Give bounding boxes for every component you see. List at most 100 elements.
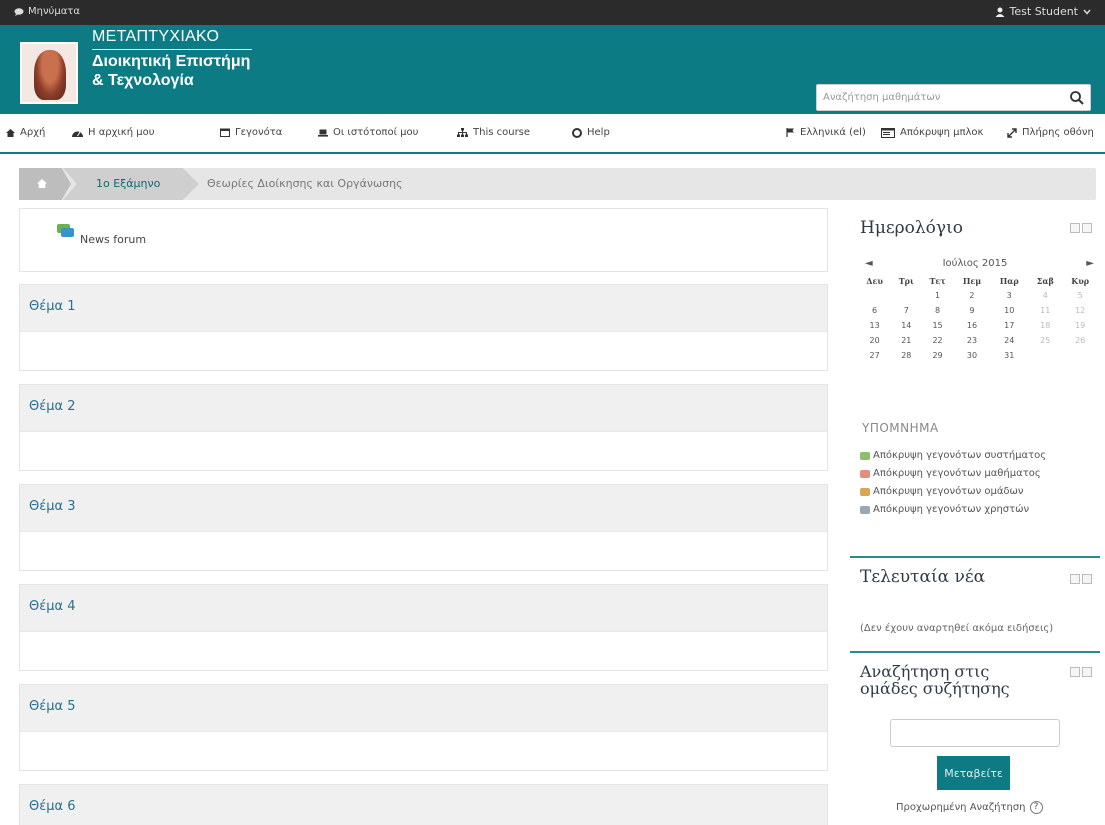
site-title[interactable]: ΜΕΤΑΠΤΥΧΙΑΚΟ Διοικητική Επιστήμη & Τεχνο…	[92, 28, 252, 90]
breadcrumb-semester[interactable]: 1ο Εξάμηνο	[63, 168, 199, 200]
advanced-search-link[interactable]: Προχωρημένη Αναζήτηση ?	[896, 801, 1043, 814]
dashboard-icon	[72, 131, 83, 137]
nav-item-this-course[interactable]: This course	[457, 127, 530, 138]
calendar-day[interactable]: 29	[921, 348, 953, 363]
calendar-day[interactable]: 31	[990, 348, 1028, 363]
calendar-day[interactable]: 12	[1062, 303, 1098, 318]
legend-item-system[interactable]: Απόκρυψη γεγονότων συστήματος	[860, 450, 1046, 461]
legend-label: Απόκρυψη γεγονότων συστήματος	[873, 450, 1047, 461]
hide-blocks-label: Απόκρυψη μπλοκ	[900, 127, 984, 138]
calendar-day[interactable]: 13	[858, 318, 891, 333]
weekday: Πεμ	[962, 276, 982, 286]
breadcrumb-home[interactable]	[19, 168, 71, 200]
calendar-week: 13 14 15 16 17 18 19	[858, 318, 1098, 333]
user-menu[interactable]: Test Student	[995, 5, 1091, 18]
calendar-day[interactable]: 5	[1062, 288, 1098, 303]
fullscreen-label: Πλήρης οθόνη	[1022, 127, 1094, 138]
calendar-week: 6 7 8 9 10 11 12	[858, 303, 1098, 318]
calendar-day[interactable]: 20	[858, 333, 891, 348]
messages-label: Μηνύματα	[28, 6, 80, 17]
nav-label: Η αρχική μου	[88, 127, 155, 138]
calendar-icon	[220, 128, 230, 137]
fullscreen-button[interactable]: Πλήρης οθόνη	[1007, 127, 1094, 138]
expand-icon	[1007, 127, 1017, 138]
breadcrumb-course: Θεωρίες Διοίκησης και Οργάνωσης	[207, 177, 403, 190]
site-logo[interactable]	[20, 42, 78, 104]
legend-swatch	[860, 469, 870, 478]
calendar-day[interactable]: 24	[990, 333, 1028, 348]
hide-blocks-button[interactable]: Απόκρυψη μπλοκ	[881, 127, 983, 138]
calendar-day[interactable]: 9	[954, 303, 990, 318]
weekday: Παρ	[999, 276, 1019, 286]
block-controls[interactable]	[1070, 223, 1092, 233]
news-forum-section: News forum	[19, 208, 828, 272]
nav-item-help[interactable]: Help	[572, 127, 610, 138]
legend-item-groups[interactable]: Απόκρυψη γεγονότων ομάδων	[860, 486, 1024, 497]
nav-item-home[interactable]: Αρχή	[6, 127, 45, 138]
flag-icon	[786, 128, 794, 137]
calendar-day[interactable]: 1	[921, 288, 953, 303]
messages-link[interactable]: Μηνύματα	[14, 6, 80, 17]
forum-search-button[interactable]: Μεταβείτε	[937, 756, 1010, 790]
weekday: Δευ	[866, 276, 883, 286]
language-menu[interactable]: Ελληνικά (el)	[786, 127, 866, 138]
course-search-input[interactable]	[817, 85, 1057, 110]
calendar-week: 1 2 3 4 5	[858, 288, 1098, 303]
topic-section: Θέμα 6	[19, 784, 828, 825]
columns-icon	[881, 127, 895, 138]
topic-title: Θέμα 1	[20, 285, 827, 332]
calendar-day[interactable]: 28	[891, 348, 921, 363]
calendar-day[interactable]: 25	[1028, 333, 1062, 348]
calendar-day[interactable]: 19	[1062, 318, 1098, 333]
topic-section: Θέμα 5	[19, 684, 828, 771]
collapse-icon[interactable]	[1082, 667, 1092, 677]
nav-item-calendar[interactable]: Γεγονότα	[220, 127, 282, 138]
block-controls[interactable]	[1070, 667, 1092, 677]
dock-icon[interactable]	[1070, 223, 1080, 233]
calendar-day[interactable]: 26	[1062, 333, 1098, 348]
calendar-day[interactable]: 2	[954, 288, 990, 303]
calendar-day	[891, 288, 921, 303]
legend-item-users[interactable]: Απόκρυψη γεγονότων χρηστών	[860, 504, 1029, 515]
calendar-day[interactable]: 17	[990, 318, 1028, 333]
calendar-day[interactable]: 6	[858, 303, 891, 318]
nav-item-dashboard[interactable]: Η αρχική μου	[72, 127, 154, 138]
calendar-day[interactable]: 10	[990, 303, 1028, 318]
forum-search-block: Αναζήτηση στις ομάδες συζήτησης Μεταβείτ…	[850, 653, 1100, 823]
calendar-day[interactable]: 15	[921, 318, 953, 333]
next-month-icon[interactable]: ►	[1086, 258, 1094, 269]
course-search	[816, 84, 1091, 111]
calendar-day[interactable]: 3	[990, 288, 1028, 303]
collapse-icon[interactable]	[1082, 223, 1092, 233]
calendar-day[interactable]: 4	[1028, 288, 1062, 303]
legend-swatch	[860, 505, 870, 514]
calendar-day[interactable]: 21	[891, 333, 921, 348]
calendar-day[interactable]: 8	[921, 303, 953, 318]
user-icon	[995, 7, 1005, 17]
calendar-day[interactable]: 30	[954, 348, 990, 363]
calendar-day[interactable]: 22	[921, 333, 953, 348]
topic-section: Θέμα 1	[19, 284, 828, 371]
calendar-day[interactable]: 7	[891, 303, 921, 318]
calendar-day[interactable]: 23	[954, 333, 990, 348]
calendar-day[interactable]: 14	[891, 318, 921, 333]
calendar-day[interactable]: 16	[954, 318, 990, 333]
calendar-day[interactable]: 11	[1028, 303, 1062, 318]
calendar-day[interactable]: 27	[858, 348, 891, 363]
help-icon[interactable]: ?	[1029, 801, 1043, 814]
nav-item-my-sites[interactable]: Οι ιστότοποί μου	[318, 127, 418, 138]
forum-search-input[interactable]	[890, 719, 1060, 747]
site-header: ΜΕΤΑΠΤΥΧΙΑΚΟ Διοικητική Επιστήμη & Τεχνο…	[0, 25, 1105, 114]
breadcrumb: 1ο Εξάμηνο Θεωρίες Διοίκησης και Οργάνωσ…	[19, 168, 1096, 200]
legend-swatch	[860, 487, 870, 496]
collapse-icon[interactable]	[1082, 574, 1092, 584]
calendar-month-label[interactable]: Ιούλιος 2015	[850, 258, 1100, 269]
calendar-day[interactable]: 18	[1028, 318, 1062, 333]
news-forum-link[interactable]: News forum	[80, 233, 146, 246]
dock-icon[interactable]	[1070, 667, 1080, 677]
search-icon[interactable]	[1068, 89, 1086, 107]
legend-item-course[interactable]: Απόκρυψη γεγονότων μαθήματος	[860, 468, 1041, 479]
dock-icon[interactable]	[1070, 574, 1080, 584]
block-controls[interactable]	[1070, 574, 1092, 584]
weekday: Κυρ	[1071, 276, 1090, 286]
